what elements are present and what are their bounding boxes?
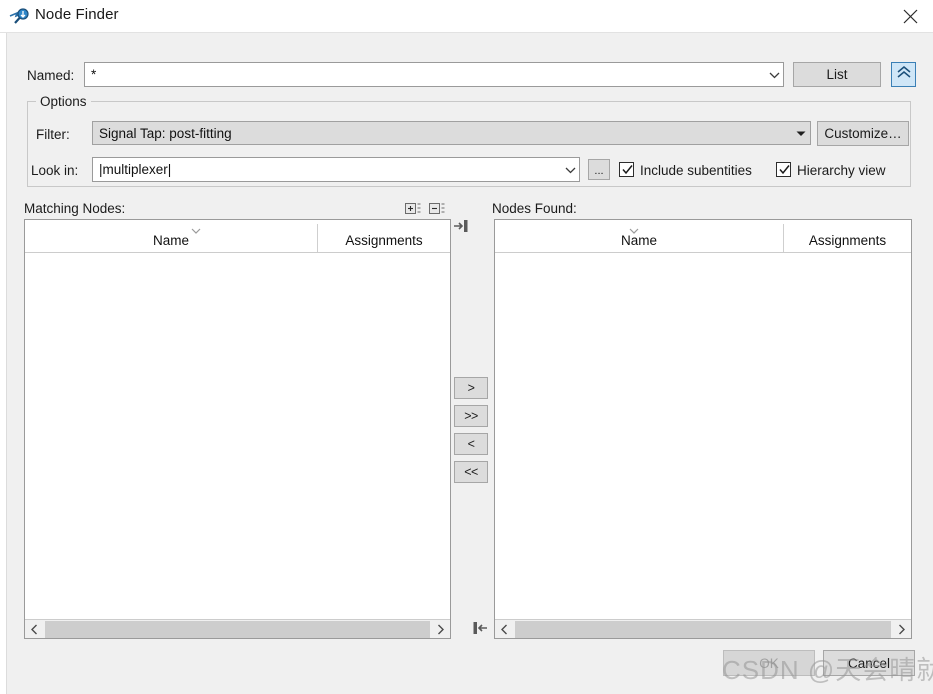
matching-nodes-pane: Name Assignments xyxy=(24,219,451,639)
found-column-name[interactable]: Name xyxy=(495,220,783,253)
named-input[interactable]: * xyxy=(84,62,784,87)
include-subentities-checkbox[interactable] xyxy=(619,162,634,177)
nodes-found-header: Name Assignments xyxy=(495,220,911,253)
look-in-label: Look in: xyxy=(31,163,79,178)
hierarchy-view-checkbox[interactable] xyxy=(776,162,791,177)
scroll-left-icon[interactable] xyxy=(495,620,514,639)
transfer-remove-all-button[interactable]: << xyxy=(454,461,488,483)
customize-button[interactable]: Customize… xyxy=(817,121,909,146)
matching-scroll-thumb[interactable] xyxy=(45,620,430,638)
chevron-down-icon[interactable] xyxy=(765,63,783,86)
collapse-left-icon[interactable] xyxy=(472,620,488,636)
nodes-found-pane: Name Assignments xyxy=(494,219,912,639)
include-subentities-label[interactable]: Include subentities xyxy=(640,163,752,178)
hierarchy-view-label[interactable]: Hierarchy view xyxy=(797,163,886,178)
named-input-value: * xyxy=(91,67,97,82)
node-finder-magnifier-icon xyxy=(9,7,31,26)
options-legend: Options xyxy=(36,94,91,109)
look-in-browse-button[interactable]: ... xyxy=(588,159,610,180)
ok-button[interactable]: OK xyxy=(723,650,815,676)
nodes-found-hscrollbar[interactable] xyxy=(495,619,911,638)
close-icon[interactable] xyxy=(887,0,933,33)
scroll-left-icon[interactable] xyxy=(25,620,44,639)
look-in-input-value: |multiplexer| xyxy=(99,162,172,177)
scroll-right-icon[interactable] xyxy=(431,620,450,639)
cancel-button[interactable]: Cancel xyxy=(823,650,915,676)
filter-combo-value: Signal Tap: post-fitting xyxy=(99,125,232,141)
look-in-input[interactable]: |multiplexer| xyxy=(92,157,580,182)
filter-label: Filter: xyxy=(36,127,70,142)
footer-divider xyxy=(7,648,933,649)
matching-nodes-title: Matching Nodes: xyxy=(24,201,126,216)
list-button[interactable]: List xyxy=(793,62,881,87)
transfer-remove-button[interactable]: < xyxy=(454,433,488,455)
collapse-all-icon[interactable] xyxy=(429,202,445,216)
triangle-down-icon[interactable] xyxy=(792,122,810,144)
found-scroll-thumb[interactable] xyxy=(515,620,891,638)
title-bar: Node Finder xyxy=(0,0,933,33)
expand-all-icon[interactable] xyxy=(405,202,421,216)
scroll-right-icon[interactable] xyxy=(892,620,911,639)
found-column-assignments[interactable]: Assignments xyxy=(784,220,911,253)
page-title: Node Finder xyxy=(35,6,119,23)
transfer-add-all-button[interactable]: >> xyxy=(454,405,488,427)
matching-column-name[interactable]: Name xyxy=(25,220,317,253)
collapse-panel-button[interactable] xyxy=(891,62,916,87)
node-finder-dialog: Node Finder Named: * List Options Filter… xyxy=(0,0,933,694)
nodes-found-title: Nodes Found: xyxy=(492,201,577,216)
named-label: Named: xyxy=(27,68,75,83)
matching-column-assignments[interactable]: Assignments xyxy=(318,220,450,253)
matching-nodes-header: Name Assignments xyxy=(25,220,450,253)
window-left-margin xyxy=(0,33,7,694)
matching-nodes-hscrollbar[interactable] xyxy=(25,619,450,638)
filter-combo[interactable]: Signal Tap: post-fitting xyxy=(92,121,811,145)
collapse-right-icon[interactable] xyxy=(453,218,469,234)
transfer-add-button[interactable]: > xyxy=(454,377,488,399)
double-chevron-up-icon xyxy=(896,65,912,84)
chevron-down-icon[interactable] xyxy=(561,158,579,181)
